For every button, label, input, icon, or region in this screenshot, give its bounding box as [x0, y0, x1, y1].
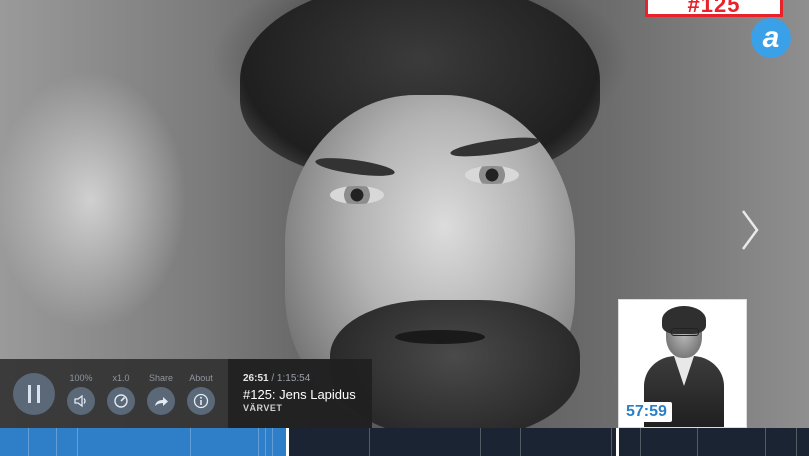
speed-icon: [114, 394, 128, 408]
next-episode-duration: 57:59: [621, 402, 672, 422]
show-name: VÄRVET: [243, 403, 283, 413]
chapter-tick: [697, 428, 698, 456]
chapter-tick: [56, 428, 57, 456]
logo-letter: a: [762, 21, 780, 54]
volume-label: 100%: [69, 373, 93, 383]
volume-button[interactable]: [67, 387, 95, 415]
info-icon: [193, 393, 209, 409]
pause-button[interactable]: [13, 373, 55, 415]
mouth-shape: [395, 330, 485, 344]
share-label: Share: [148, 373, 174, 383]
chapter-tick: [640, 428, 641, 456]
playhead-marker[interactable]: [286, 428, 289, 456]
chapter-tick: [369, 428, 370, 456]
about-control: About: [181, 372, 221, 415]
volume-control: 100%: [61, 372, 101, 415]
share-button[interactable]: [147, 387, 175, 415]
next-episode-marker: [616, 428, 619, 456]
pause-icon: [28, 385, 31, 403]
episode-number-text: #125: [687, 0, 741, 17]
chapter-tick: [77, 428, 78, 456]
chapter-tick: [520, 428, 521, 456]
chapter-tick: [611, 428, 612, 456]
chapter-tick: [796, 428, 797, 456]
speed-control: x1.0: [101, 372, 141, 415]
elapsed-time: 26:51: [243, 373, 269, 384]
app-logo-icon[interactable]: a: [751, 18, 791, 58]
chapter-tick: [258, 428, 259, 456]
chapter-tick: [480, 428, 481, 456]
chapter-tick: [28, 428, 29, 456]
chapter-tick: [190, 428, 191, 456]
episode-number-badge: #125: [645, 0, 783, 17]
speed-label: x1.0: [112, 373, 130, 383]
speed-button[interactable]: [107, 387, 135, 415]
share-control: Share: [141, 372, 181, 415]
share-icon: [155, 397, 168, 406]
volume-icon: [74, 394, 86, 408]
chapter-tick: [765, 428, 766, 456]
about-label: About: [189, 373, 213, 383]
left-eye: [330, 186, 384, 204]
episode-info: 26:51 / 1:15:54 #125: Jens Lapidus VÄRVE…: [228, 359, 372, 428]
player-bar: 100% x1.0 Share About 26:51 / 1:15:54 #1…: [0, 359, 372, 428]
next-chevron-icon[interactable]: [735, 205, 765, 255]
total-time: 1:15:54: [276, 373, 311, 384]
time-separator: /: [268, 373, 277, 384]
playback-time: 26:51 / 1:15:54: [243, 373, 310, 384]
chapter-tick: [265, 428, 266, 456]
timeline-scrubber[interactable]: [0, 428, 809, 456]
about-button[interactable]: [187, 387, 215, 415]
next-episode-thumbnail[interactable]: 57:59: [618, 299, 747, 428]
chapter-tick: [272, 428, 273, 456]
right-eye: [465, 166, 519, 184]
episode-title: #125: Jens Lapidus: [243, 387, 356, 402]
thumb-glasses: [671, 328, 699, 336]
timeline-progress: [0, 428, 287, 456]
